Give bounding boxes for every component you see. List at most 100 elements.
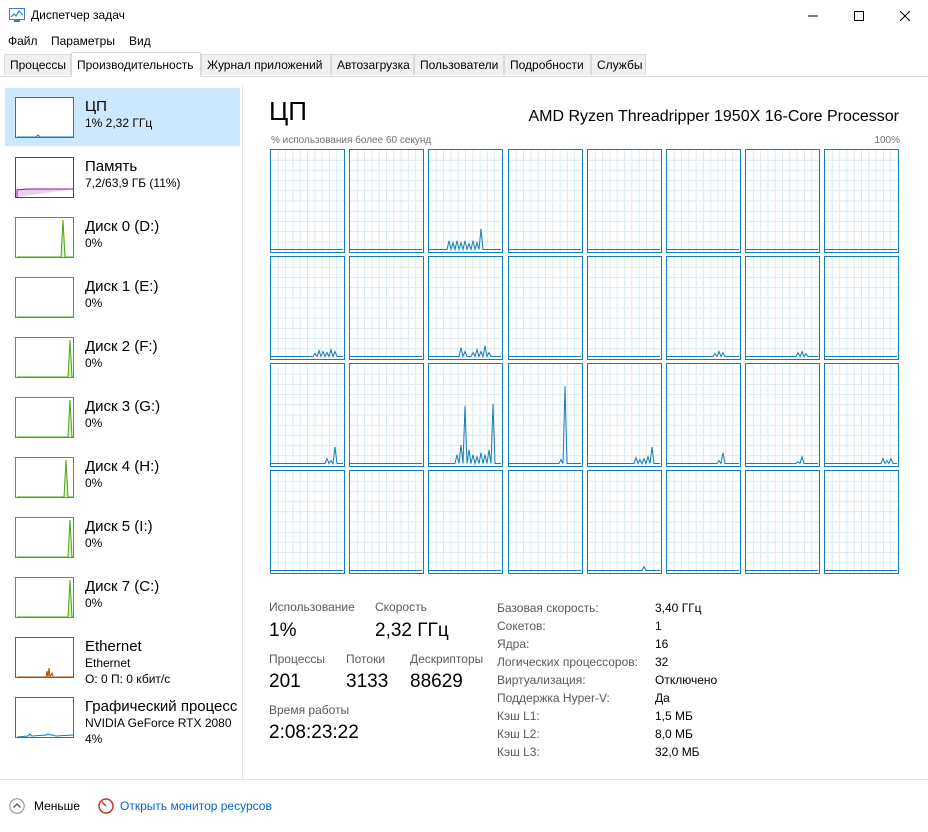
- sidebar-item-gpu[interactable]: Графический процесс NVIDIA GeForce RTX 20…: [5, 688, 240, 746]
- sidebar-item-ethernet[interactable]: Ethernet Ethernet О: 0 П: 0 кбит/с: [5, 628, 240, 686]
- thumbnail-graph: [15, 397, 74, 438]
- menu-file[interactable]: Файл: [8, 34, 38, 48]
- core-usage-plot: [429, 257, 503, 359]
- tab-processes[interactable]: Процессы: [4, 54, 71, 75]
- cpu-core-graph-22: [745, 363, 821, 467]
- close-button[interactable]: [882, 0, 928, 31]
- thumbnail-graph: [15, 697, 74, 738]
- tab-performance[interactable]: Производительность: [71, 52, 201, 77]
- title-bar: Диспетчер задач: [0, 0, 928, 31]
- info-value: 32,0 МБ: [655, 745, 700, 759]
- cpu-core-graph-6: [745, 149, 821, 253]
- core-usage-plot: [667, 150, 740, 252]
- thumbnail-line: [16, 188, 73, 197]
- tab-users[interactable]: Пользователи: [414, 54, 504, 75]
- window-title: Диспетчер задач: [31, 8, 125, 22]
- thumbnail-graph: [15, 457, 74, 498]
- fewer-details-button[interactable]: Меньше: [34, 799, 80, 813]
- sidebar-item-disk4[interactable]: Диск 4 (H:) 0%: [5, 448, 240, 506]
- cpu-core-graph-7: [824, 149, 900, 253]
- graph-max-label: 100%: [874, 135, 900, 146]
- cpu-core-graph-10: [428, 256, 504, 360]
- cpu-model-name: AMD Ryzen Threadripper 1950X 16-Core Pro…: [528, 108, 899, 125]
- core-usage-plot: [667, 364, 740, 466]
- core-usage-plot: [271, 471, 344, 573]
- thumbnail-line: [17, 667, 73, 679]
- core-usage-plot: [429, 364, 503, 466]
- info-value: 16: [655, 637, 669, 651]
- sidebar-item-disk3[interactable]: Диск 3 (G:) 0%: [5, 388, 240, 446]
- minimize-icon: [808, 15, 818, 16]
- cpu-core-graph-29: [666, 470, 741, 574]
- tab-app-history[interactable]: Журнал приложений: [201, 54, 331, 75]
- uptime-label: Время работы: [269, 703, 350, 717]
- sidebar-item-name: ЦП: [85, 98, 107, 115]
- sidebar-item-detail: 0%: [85, 476, 103, 490]
- sidebar-item-name: Диск 5 (I:): [85, 518, 153, 535]
- sidebar-item-disk7[interactable]: Диск 7 (C:) 0%: [5, 568, 240, 626]
- cpu-core-graph-17: [349, 363, 425, 467]
- core-usage-plot: [508, 150, 582, 252]
- info-label: Базовая скорость:: [497, 601, 599, 615]
- core-usage-plot: [746, 150, 820, 252]
- core-usage-plot: [429, 150, 503, 252]
- open-resource-monitor-link[interactable]: Открыть монитор ресурсов: [120, 799, 272, 813]
- sidebar-item-disk0[interactable]: Диск 0 (D:) 0%: [5, 208, 240, 266]
- cpu-panel: ЦП AMD Ryzen Threadripper 1950X 16-Core …: [244, 86, 928, 779]
- threads-value: 3133: [346, 671, 389, 692]
- cpu-core-graph-14: [745, 256, 821, 360]
- cpu-core-graph-13: [666, 256, 741, 360]
- menu-view[interactable]: Вид: [129, 34, 151, 48]
- core-usage-plot: [825, 150, 899, 252]
- sidebar-item-detail: 1% 2,32 ГГц: [85, 116, 153, 130]
- core-usage-plot: [271, 150, 344, 252]
- footer-bar: Меньше Открыть монитор ресурсов: [0, 779, 928, 832]
- cpu-core-graph-5: [666, 149, 741, 253]
- tab-details[interactable]: Подробности: [504, 54, 591, 75]
- graph-caption: % использования более 60 секунд: [271, 135, 432, 146]
- info-label: Виртуализация:: [497, 673, 586, 687]
- sidebar-item-detail-2: 4%: [85, 732, 103, 746]
- sidebar-item-detail: 0%: [85, 416, 103, 430]
- core-usage-plot: [667, 471, 740, 573]
- core-usage-plot: [271, 364, 344, 466]
- cpu-core-graph-1: [349, 149, 425, 253]
- sidebar-item-disk5[interactable]: Диск 5 (I:) 0%: [5, 508, 240, 566]
- thumbnail-line: [17, 134, 73, 138]
- sidebar-item-memory[interactable]: Память 7,2/63,9 ГБ (11%): [5, 148, 240, 206]
- cpu-core-graph-8: [270, 256, 345, 360]
- minimize-button[interactable]: [790, 0, 836, 31]
- sidebar-item-name: Диск 1 (E:): [85, 278, 159, 295]
- cpu-core-graph-16: [270, 363, 345, 467]
- core-usage-plot: [350, 471, 424, 573]
- thumbnail-graph: [15, 337, 74, 378]
- maximize-button[interactable]: [836, 0, 882, 31]
- info-label: Логических процессоров:: [497, 655, 638, 669]
- cpu-core-graph-15: [824, 256, 900, 360]
- sidebar-divider: [242, 86, 243, 779]
- cpu-core-graph-9: [349, 256, 425, 360]
- cpu-core-graph-20: [586, 363, 662, 467]
- thumbnail-line: [17, 579, 73, 618]
- sidebar-item-name: Диск 7 (C:): [85, 578, 160, 595]
- usage-value: 1%: [269, 620, 297, 641]
- core-usage-plot: [587, 471, 661, 573]
- sidebar-item-disk2[interactable]: Диск 2 (F:) 0%: [5, 328, 240, 386]
- tab-startup[interactable]: Автозагрузка: [331, 54, 414, 75]
- cpu-core-graph-25: [349, 470, 425, 574]
- cpu-core-graph-30: [745, 470, 821, 574]
- sidebar-item-name: Графический процесс: [85, 698, 238, 715]
- sidebar-item-detail-2: О: 0 П: 0 кбит/с: [85, 672, 171, 686]
- info-label: Ядра:: [497, 637, 530, 651]
- cpu-core-graph-19: [507, 363, 583, 467]
- menu-options[interactable]: Параметры: [51, 34, 115, 48]
- sidebar-item-detail: 0%: [85, 596, 103, 610]
- sidebar-item-cpu[interactable]: ЦП 1% 2,32 ГГц: [5, 88, 240, 146]
- info-label: Кэш L2:: [497, 727, 540, 741]
- cpu-core-graph-31: [824, 470, 900, 574]
- sidebar-item-disk1[interactable]: Диск 1 (E:) 0%: [5, 268, 240, 326]
- tab-services[interactable]: Службы: [591, 54, 646, 75]
- info-label: Сокетов:: [497, 619, 546, 633]
- cpu-core-graph-3: [507, 149, 583, 253]
- chevron-up-circle-icon[interactable]: [9, 798, 25, 814]
